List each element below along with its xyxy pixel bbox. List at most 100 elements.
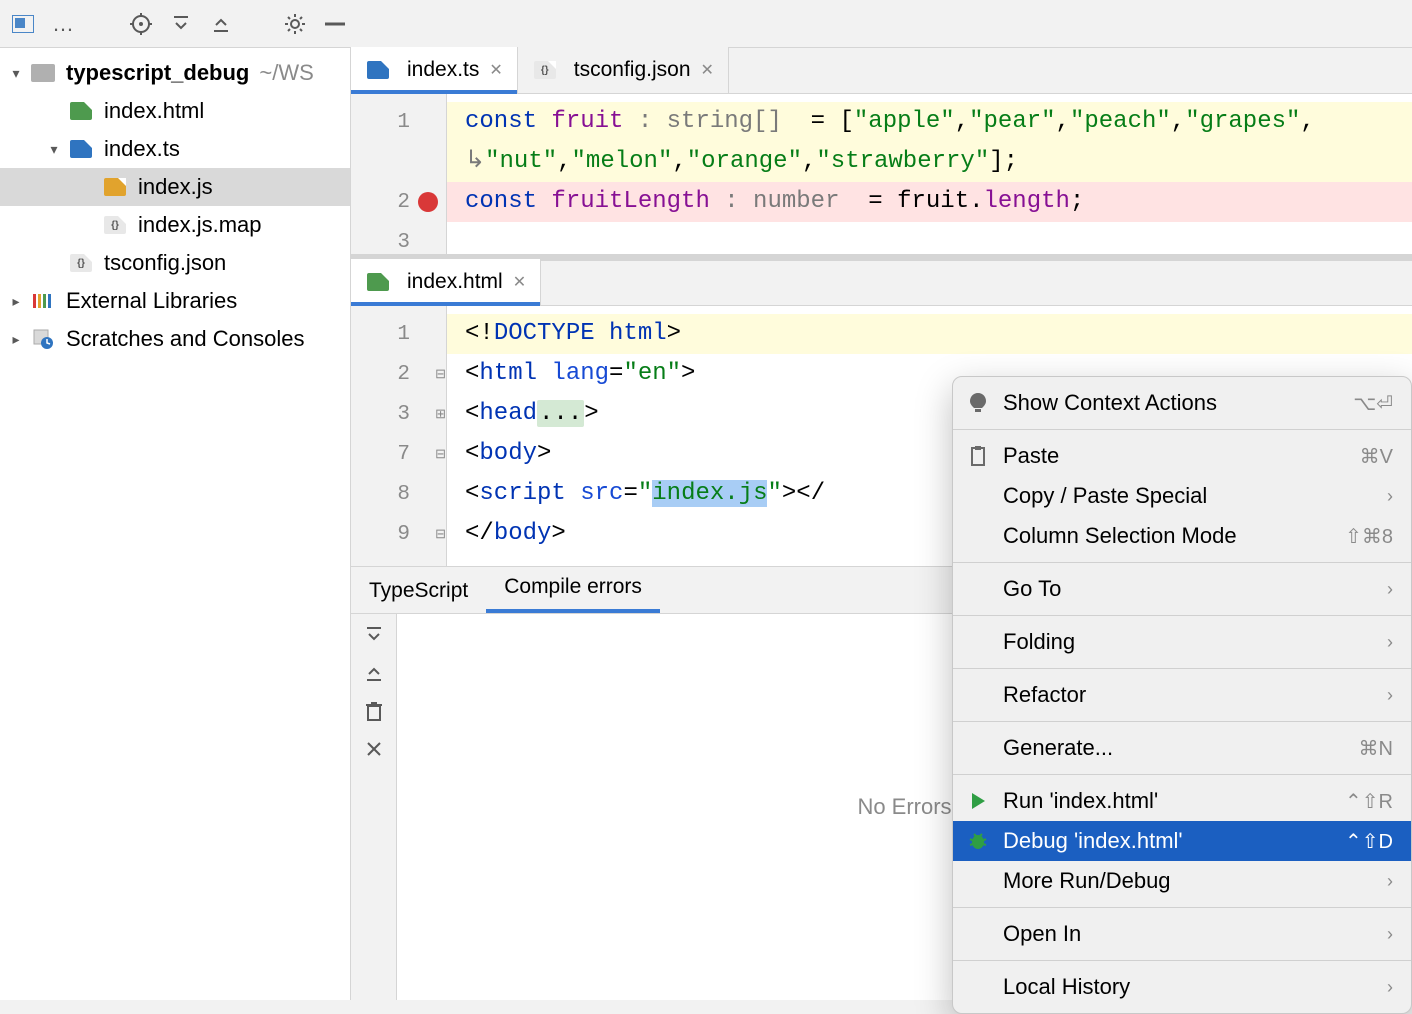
- minimize-icon[interactable]: [324, 13, 346, 35]
- editor-top[interactable]: 1 2 3 const fruit : string[] = ["apple",…: [351, 94, 1412, 254]
- editor-tabs-bottom: index.html ✕: [351, 260, 1412, 306]
- fold-minus-icon[interactable]: ⊟: [435, 367, 446, 382]
- menu-open-in[interactable]: Open In ›: [953, 914, 1411, 954]
- menu-column-selection-mode[interactable]: Column Selection Mode ⇧⌘8: [953, 516, 1411, 556]
- fold-minus-icon[interactable]: ⊟: [435, 447, 446, 462]
- tree-item-index-ts[interactable]: ▾ index.ts: [0, 130, 350, 168]
- fold-minus-icon[interactable]: ⊟: [435, 527, 446, 542]
- html-file-icon: [365, 272, 391, 292]
- play-icon: [965, 792, 991, 810]
- bottom-panel-toolbar: [351, 614, 397, 1000]
- tree-label: index.js: [138, 174, 213, 200]
- context-menu: Show Context Actions ⌥⏎ Paste ⌘V Copy / …: [952, 376, 1412, 1014]
- gutter-line[interactable]: 2: [351, 182, 446, 222]
- tree-path: ~/WS: [259, 60, 313, 86]
- target-icon[interactable]: [130, 13, 152, 35]
- chevron-right-icon: ›: [1387, 977, 1393, 998]
- menu-separator: [953, 668, 1411, 669]
- tree-item-index-js-map[interactable]: index.js.map: [0, 206, 350, 244]
- collapse-all-icon[interactable]: [210, 13, 232, 35]
- menu-separator: [953, 562, 1411, 563]
- menu-paste[interactable]: Paste ⌘V: [953, 436, 1411, 476]
- menu-copy-paste-special[interactable]: Copy / Paste Special ›: [953, 476, 1411, 516]
- tree-external-libraries[interactable]: ▸ External Libraries: [0, 282, 350, 320]
- tree-label: index.js.map: [138, 212, 262, 238]
- menu-more-run-debug[interactable]: More Run/Debug ›: [953, 861, 1411, 901]
- tab-label: index.ts: [407, 58, 479, 82]
- close-icon[interactable]: ✕: [489, 60, 502, 80]
- menu-run[interactable]: Run 'index.html' ⌃⇧R: [953, 781, 1411, 821]
- folder-icon: [30, 63, 56, 83]
- gutter-line[interactable]: 7⊟: [351, 434, 446, 474]
- expand-all-icon[interactable]: [170, 13, 192, 35]
- tab-tsconfig[interactable]: tsconfig.json ✕: [518, 47, 729, 93]
- json-file-icon: [102, 215, 128, 235]
- close-icon[interactable]: ✕: [513, 272, 526, 292]
- expand-arrow-icon[interactable]: ▾: [44, 141, 64, 158]
- tree-label: typescript_debug: [66, 60, 249, 86]
- menu-generate[interactable]: Generate... ⌘N: [953, 728, 1411, 768]
- expand-arrow-icon[interactable]: ▾: [6, 65, 26, 82]
- gear-icon[interactable]: [284, 13, 306, 35]
- menu-separator: [953, 774, 1411, 775]
- toolbar: …: [0, 0, 1412, 48]
- close-icon[interactable]: [363, 738, 385, 760]
- chevron-right-icon: ›: [1387, 486, 1393, 507]
- fold-plus-icon[interactable]: ⊞: [435, 407, 446, 422]
- gutter[interactable]: 1 2⊟ 3⊞ 7⊟ 8 9⊟: [351, 306, 447, 566]
- tree-label: tsconfig.json: [104, 250, 226, 276]
- lightbulb-icon: [965, 392, 991, 414]
- chevron-right-icon: ›: [1387, 924, 1393, 945]
- expand-arrow-icon[interactable]: ▸: [6, 331, 26, 348]
- menu-separator: [953, 615, 1411, 616]
- tab-index-ts[interactable]: index.ts ✕: [351, 47, 518, 93]
- menu-refactor[interactable]: Refactor ›: [953, 675, 1411, 715]
- gutter-line[interactable]: 3: [351, 222, 446, 262]
- gutter-line[interactable]: 9⊟: [351, 514, 446, 554]
- project-tree[interactable]: ▾ typescript_debug ~/WS index.html ▾ ind…: [0, 48, 351, 1000]
- gutter[interactable]: 1 2 3: [351, 94, 447, 254]
- chevron-right-icon: ›: [1387, 685, 1393, 706]
- menu-local-history[interactable]: Local History ›: [953, 967, 1411, 1007]
- menu-folding[interactable]: Folding ›: [953, 622, 1411, 662]
- gutter-line[interactable]: 3⊞: [351, 394, 446, 434]
- menu-separator: [953, 429, 1411, 430]
- tab-label: tsconfig.json: [574, 58, 691, 82]
- tab-typescript[interactable]: TypeScript: [351, 569, 486, 613]
- tab-index-html[interactable]: index.html ✕: [351, 259, 541, 305]
- code-line[interactable]: ↳"nut","melon","orange","strawberry"];: [447, 142, 1412, 182]
- menu-show-context-actions[interactable]: Show Context Actions ⌥⏎: [953, 383, 1411, 423]
- expand-all-icon[interactable]: [363, 624, 385, 646]
- tree-scratches[interactable]: ▸ Scratches and Consoles: [0, 320, 350, 358]
- close-icon[interactable]: ✕: [701, 60, 714, 80]
- tree-item-index-js[interactable]: index.js: [0, 168, 350, 206]
- tab-compile-errors[interactable]: Compile errors: [486, 565, 660, 613]
- menu-separator: [953, 721, 1411, 722]
- menu-separator: [953, 960, 1411, 961]
- code-line[interactable]: const fruit : string[] = ["apple","pear"…: [447, 102, 1412, 142]
- project-view-icon[interactable]: [12, 13, 34, 35]
- trash-icon[interactable]: [363, 700, 385, 722]
- gutter-line[interactable]: 2⊟: [351, 354, 446, 394]
- gutter-line[interactable]: 1: [351, 314, 446, 354]
- tree-project-root[interactable]: ▾ typescript_debug ~/WS: [0, 54, 350, 92]
- toolbar-ellipsis: …: [52, 11, 74, 37]
- tree-item-index-html[interactable]: index.html: [0, 92, 350, 130]
- code-line[interactable]: const fruitLength : number = fruit.lengt…: [447, 182, 1412, 222]
- tree-label: External Libraries: [66, 288, 237, 314]
- gutter-line[interactable]: 1: [351, 102, 446, 142]
- menu-go-to[interactable]: Go To ›: [953, 569, 1411, 609]
- collapse-all-icon[interactable]: [363, 662, 385, 684]
- tree-label: index.ts: [104, 136, 180, 162]
- tree-item-tsconfig[interactable]: tsconfig.json: [0, 244, 350, 282]
- menu-debug[interactable]: Debug 'index.html' ⌃⇧D: [953, 821, 1411, 861]
- gutter-line[interactable]: 8: [351, 474, 446, 514]
- code-area-ts[interactable]: const fruit : string[] = ["apple","pear"…: [447, 94, 1412, 254]
- chevron-right-icon: ›: [1387, 871, 1393, 892]
- expand-arrow-icon[interactable]: ▸: [6, 293, 26, 310]
- breakpoint-icon[interactable]: [418, 192, 438, 212]
- tree-label: index.html: [104, 98, 204, 124]
- chevron-right-icon: ›: [1387, 579, 1393, 600]
- libraries-icon: [30, 291, 56, 311]
- code-line[interactable]: <!DOCTYPE html>: [447, 314, 1412, 354]
